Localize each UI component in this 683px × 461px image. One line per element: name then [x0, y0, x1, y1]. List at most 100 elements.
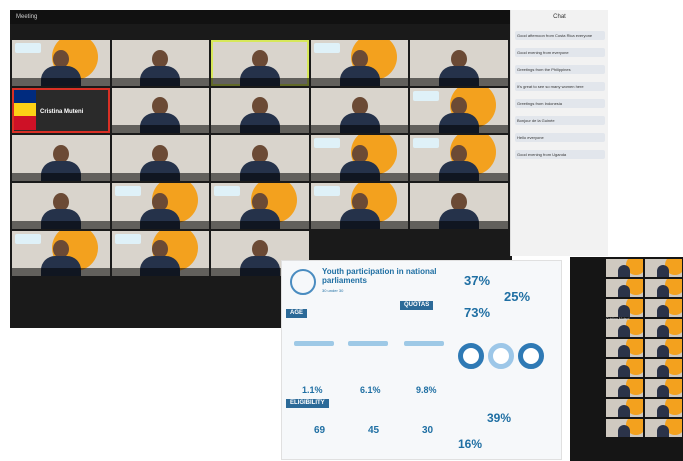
- participant-tile[interactable]: [12, 135, 110, 181]
- ipu-banner: [114, 186, 141, 196]
- chat-message: Good afternoon from Costa Rica everyone: [515, 26, 605, 40]
- participant-tile[interactable]: [211, 135, 309, 181]
- participant-tile[interactable]: [410, 135, 508, 181]
- participant-tile[interactable]: [111, 230, 210, 277]
- side-thumbnail[interactable]: [606, 379, 643, 397]
- chat-message-list[interactable]: Good afternoon from Costa Rica everyone G…: [515, 26, 605, 162]
- chat-message: Greetings from the Philippines: [515, 60, 605, 74]
- participant-name-bar: [211, 220, 309, 229]
- participant-tile[interactable]: [211, 87, 309, 134]
- side-thumbnail[interactable]: [606, 359, 643, 377]
- side-thumbnail[interactable]: [645, 359, 682, 377]
- participant-name-bar: [310, 220, 409, 229]
- side-thumbnail[interactable]: [645, 319, 682, 337]
- side-thumbnail[interactable]: [645, 299, 682, 317]
- chat-text: Greetings from Indonesia: [515, 99, 605, 108]
- participant-name-bar: [211, 77, 309, 86]
- chat-text: Good evening from Uganda: [515, 150, 605, 159]
- chat-message: Greetings from Indonesia: [515, 94, 605, 108]
- participant-name-bar: [310, 173, 409, 181]
- ipu-banner: [15, 233, 41, 244]
- stat-37: 37%: [464, 273, 491, 288]
- chat-text: It's great to see so many women here: [515, 82, 605, 91]
- ipu-banner: [214, 186, 241, 196]
- participant-tile[interactable]: [310, 135, 409, 181]
- chat-text: Bonjour de la Guinée: [515, 116, 605, 125]
- infographic-title: Youth participation in national parliame…: [322, 267, 437, 285]
- stat-69: 69: [314, 425, 326, 436]
- participant-tile[interactable]: [111, 183, 210, 229]
- participant-tile[interactable]: [310, 183, 409, 229]
- stat-16: 16%: [458, 437, 483, 451]
- side-thumbnail[interactable]: [645, 379, 682, 397]
- side-thumbnail[interactable]: [606, 339, 643, 357]
- participant-tile[interactable]: [111, 40, 210, 86]
- participant-name-bar: [410, 125, 508, 134]
- chat-message: Good evening from everyone: [515, 43, 605, 57]
- section-age: AGE: [286, 309, 308, 318]
- participant-tile[interactable]: [310, 40, 409, 86]
- chat-text: Greetings from the Philippines: [515, 65, 605, 74]
- age-bar: [348, 341, 388, 346]
- chat-text: Good afternoon from Costa Rica everyone: [515, 31, 605, 40]
- stat-30: 30: [422, 425, 434, 436]
- ipu-banner: [313, 43, 340, 53]
- side-thumbnail[interactable]: [606, 299, 643, 317]
- side-thumbnail[interactable]: [606, 279, 643, 297]
- chat-panel: Chat Good afternoon from Costa Rica ever…: [510, 10, 608, 256]
- age-bar: [294, 341, 334, 346]
- participant-name-bar: [12, 268, 110, 277]
- participant-tile[interactable]: [410, 183, 508, 229]
- age-bar: [404, 341, 444, 346]
- participant-name: Cristina Muteni: [40, 108, 84, 115]
- infographic-subtitle: 30 under 30: [322, 288, 344, 293]
- flag-icon: [14, 89, 36, 130]
- participant-tile[interactable]: [310, 87, 409, 134]
- participant-tile[interactable]: [12, 183, 110, 229]
- side-thumbnail[interactable]: [645, 339, 682, 357]
- participant-name-bar: [211, 125, 309, 134]
- side-thumbnail-grid: [606, 259, 682, 437]
- participant-name-bar: [12, 77, 110, 86]
- side-thumbnail[interactable]: [606, 319, 643, 337]
- chat-message: Good evening from Uganda: [515, 145, 605, 159]
- stat-45: 45: [368, 425, 380, 436]
- participant-name-bar: [410, 77, 508, 86]
- side-thumbnail[interactable]: [606, 259, 643, 277]
- participant-tile[interactable]: [410, 40, 508, 86]
- participant-name-bar: [111, 125, 210, 134]
- participant-tile[interactable]: [211, 183, 309, 229]
- participant-tile[interactable]: [111, 87, 210, 134]
- side-thumbnail[interactable]: [645, 399, 682, 417]
- participant-name-bar: [111, 173, 210, 181]
- side-participant-name: Cristina Muteni: [606, 317, 630, 321]
- participant-tile[interactable]: [410, 87, 508, 134]
- stat-9-8: 9.8%: [416, 385, 437, 395]
- participant-tile[interactable]: [12, 230, 110, 277]
- stat-39: 39%: [487, 411, 512, 425]
- ipu-banner: [313, 186, 340, 196]
- side-thumbnail[interactable]: [645, 419, 682, 437]
- participant-name-bar: [211, 173, 309, 181]
- participant-tile[interactable]: Cristina Muteni: [12, 87, 110, 134]
- donut-chart: [488, 343, 514, 369]
- side-thumbnail[interactable]: [645, 259, 682, 277]
- side-thumbnail[interactable]: [606, 399, 643, 417]
- participant-name-bar: [12, 220, 110, 229]
- ipu-banner: [15, 43, 41, 53]
- participant-tile[interactable]: [111, 135, 210, 181]
- participant-tile[interactable]: [12, 40, 110, 86]
- donut-chart: [458, 343, 484, 369]
- side-thumbnail[interactable]: [645, 279, 682, 297]
- ipu-banner: [413, 138, 440, 149]
- side-thumbnail[interactable]: [606, 419, 643, 437]
- ipu-banner: [114, 233, 141, 244]
- stat-1-1: 1.1%: [302, 385, 323, 395]
- section-quotas: QUOTAS: [400, 301, 434, 310]
- participant-tile[interactable]: [211, 40, 309, 86]
- chat-message: Hello everyone: [515, 128, 605, 142]
- participant-name-bar: [410, 220, 508, 229]
- shared-infographic: Youth participation in national parliame…: [281, 260, 562, 460]
- participant-name-bar: [111, 77, 210, 86]
- chat-message: Bonjour de la Guinée: [515, 111, 605, 125]
